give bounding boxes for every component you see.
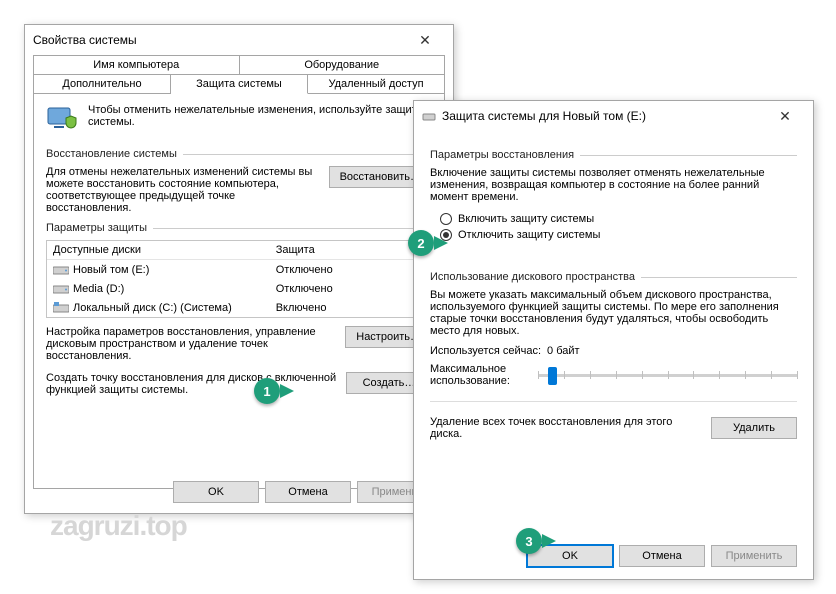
tab-hardware[interactable]: Оборудование [240, 55, 446, 75]
callout-3: 3 [516, 528, 556, 554]
max-usage-row: Максимальное использование: [430, 363, 797, 387]
usage-slider[interactable] [538, 374, 797, 377]
group-disk-usage: Использование дискового пространства [430, 271, 797, 283]
delete-text: Удаление всех точек восстановления для э… [430, 416, 701, 440]
close-icon[interactable]: ✕ [405, 32, 445, 49]
used-label: Используется сейчас: [430, 345, 541, 357]
window-title: Защита системы для Новый том (E:) [442, 109, 765, 123]
drive-icon [422, 109, 436, 123]
usage-row: Используется сейчас: 0 байт [430, 345, 797, 357]
drive-icon [53, 264, 69, 276]
drive-icon [53, 283, 69, 295]
group-protection-params: Параметры защиты [46, 222, 432, 234]
system-protection-dialog: Защита системы для Новый том (E:) ✕ Пара… [413, 100, 814, 580]
info-row: Чтобы отменить нежелательные изменения, … [46, 104, 432, 136]
group-restore-params: Параметры восстановления [430, 149, 797, 161]
max-usage-label: Максимальное использование: [430, 363, 530, 387]
dialog-body: Параметры восстановления Включение защит… [414, 131, 813, 579]
col-header-protection: Защита [270, 241, 431, 259]
radio-icon [440, 213, 452, 225]
tab-remote[interactable]: Удаленный доступ [308, 74, 445, 94]
group-restore: Восстановление системы [46, 148, 432, 160]
radio-disable[interactable]: Отключить защиту системы [440, 229, 797, 241]
drive-row[interactable]: Media (D:) Отключено [47, 279, 431, 298]
restore-text: Для отмены нежелательных изменений систе… [46, 166, 321, 214]
tab-advanced[interactable]: Дополнительно [33, 74, 171, 94]
callout-2: 2 [408, 230, 448, 256]
radio-enable[interactable]: Включить защиту системы [440, 213, 797, 225]
delete-button[interactable]: Удалить [711, 417, 797, 439]
delete-row: Удаление всех точек восстановления для э… [430, 416, 797, 440]
dialog-buttons: OK Отмена Применить [173, 481, 443, 503]
apply-button[interactable]: Применить [711, 545, 797, 567]
drive-row[interactable]: Локальный диск (C:) (Система) Включено [47, 298, 431, 317]
tabs-row-top: Имя компьютера Оборудование [33, 55, 445, 75]
used-value: 0 байт [547, 345, 580, 357]
cancel-button[interactable]: Отмена [619, 545, 705, 567]
drive-list[interactable]: Доступные диски Защита Новый том (E:) От… [46, 240, 432, 318]
disk-usage-description: Вы можете указать максимальный объем дис… [430, 289, 797, 337]
cancel-button[interactable]: Отмена [265, 481, 351, 503]
slider-thumb[interactable] [548, 367, 557, 385]
tab-computer-name[interactable]: Имя компьютера [33, 55, 240, 75]
titlebar: Защита системы для Новый том (E:) ✕ [414, 101, 813, 131]
tab-panel: Чтобы отменить нежелательные изменения, … [33, 94, 445, 489]
monitor-shield-icon [46, 104, 78, 136]
watermark: zagruzi.top [50, 510, 187, 542]
callout-1: 1 [254, 378, 294, 404]
tabs-row-bottom: Дополнительно Защита системы Удаленный д… [33, 74, 445, 94]
drive-system-icon [53, 302, 69, 314]
configure-text: Настройка параметров восстановления, упр… [46, 326, 337, 362]
dialog-buttons: OK Отмена Применить [527, 545, 797, 567]
drive-row[interactable]: Новый том (E:) Отключено [47, 260, 431, 279]
col-header-drive: Доступные диски [47, 241, 270, 259]
system-properties-window: Свойства системы ✕ Имя компьютера Оборуд… [24, 24, 454, 514]
restore-description: Включение защиты системы позволяет отмен… [430, 167, 797, 203]
info-text: Чтобы отменить нежелательные изменения, … [88, 104, 432, 136]
window-title: Свойства системы [33, 33, 405, 47]
close-icon[interactable]: ✕ [765, 108, 805, 125]
tab-system-protection[interactable]: Защита системы [171, 74, 308, 94]
titlebar: Свойства системы ✕ [25, 25, 453, 55]
ok-button[interactable]: OK [173, 481, 259, 503]
create-text: Создать точку восстановления для дисков … [46, 372, 338, 396]
drive-list-header: Доступные диски Защита [47, 241, 431, 260]
